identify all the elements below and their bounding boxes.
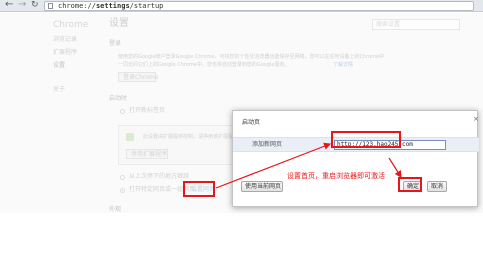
arrow-to-url-input [215, 142, 332, 189]
arrow-to-ok-button [388, 157, 402, 179]
annotation-arrows [215, 142, 402, 189]
